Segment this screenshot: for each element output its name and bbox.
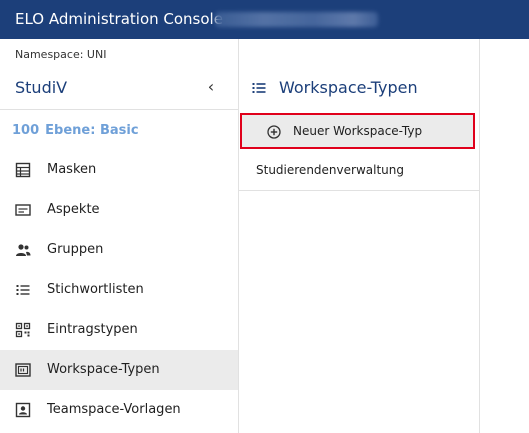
top-bar: ELO Administration Console	[0, 0, 529, 39]
sidebar-item-label: Masken	[47, 162, 97, 177]
namespace-label: Namespace: UNI	[15, 48, 107, 61]
list-icon	[252, 83, 266, 93]
workspace-types-panel: Workspace-Typen Neuer Workspace-Typ Stud…	[239, 39, 480, 433]
list-item-label: Studierendenverwaltung	[256, 163, 404, 177]
level-indicator: 100 Ebene: Basic	[12, 123, 139, 138]
redacted-server-info	[215, 12, 378, 27]
form-icon	[15, 162, 31, 178]
sidebar-item-label: Aspekte	[47, 202, 100, 217]
sidebar-item-teamspace-vorlagen[interactable]: Teamspace-Vorlagen	[0, 390, 238, 430]
level-number: 100	[12, 123, 40, 138]
workspace-icon	[15, 363, 31, 377]
divider	[0, 109, 238, 110]
sidebar-item-masken[interactable]: Masken	[0, 150, 238, 190]
qr-icon	[15, 322, 31, 338]
new-workspace-type-button[interactable]: Neuer Workspace-Typ	[240, 113, 475, 149]
sidebar-item-label: Stichwortlisten	[47, 282, 144, 297]
sidebar-item-aspekte[interactable]: Aspekte	[0, 190, 238, 230]
panel-title: Workspace-Typen	[279, 78, 418, 97]
sidebar-item-label: Eintragstypen	[47, 322, 138, 337]
sidebar-item-label: Gruppen	[47, 242, 104, 257]
sidebar-item-label: Teamspace-Vorlagen	[47, 402, 181, 417]
level-label: Ebene: Basic	[45, 123, 139, 138]
collapse-sidebar-icon[interactable]: ‹	[203, 77, 219, 97]
list-icon	[16, 285, 30, 295]
sidebar-item-eintragstypen[interactable]: Eintragstypen	[0, 310, 238, 350]
people-icon	[16, 244, 31, 256]
app-title: ELO Administration Console	[15, 10, 223, 28]
sidebar-item-label: Workspace-Typen	[47, 362, 160, 377]
list-item[interactable]: Studierendenverwaltung	[239, 152, 479, 191]
sidebar-item-stichwortlisten[interactable]: Stichwortlisten	[0, 270, 238, 310]
sidebar: Namespace: UNI StudiV ‹ 100 Ebene: Basic …	[0, 39, 239, 433]
add-circle-icon	[267, 125, 281, 139]
card-icon	[15, 204, 31, 216]
new-button-label: Neuer Workspace-Typ	[293, 124, 423, 138]
sidebar-title: StudiV	[15, 78, 68, 97]
sidebar-item-workspace-typen[interactable]: Workspace-Typen	[0, 350, 238, 390]
sidebar-item-gruppen[interactable]: Gruppen	[0, 230, 238, 270]
teamspace-icon	[15, 402, 31, 418]
